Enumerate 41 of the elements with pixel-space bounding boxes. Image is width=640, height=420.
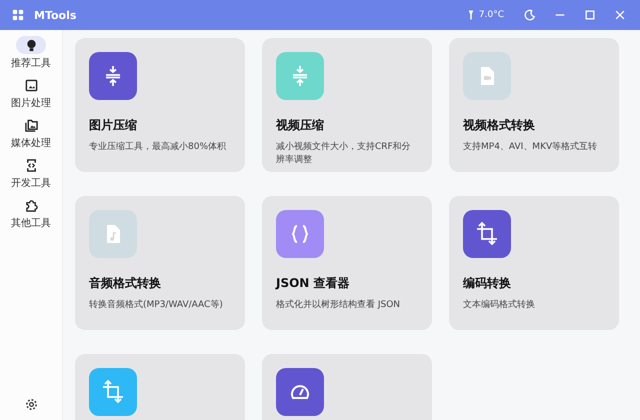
sidebar-item[interactable]: 其他工具: [11, 196, 51, 230]
card-description: 转换音频格式(MP3/WAV/AAC等): [89, 299, 224, 312]
tool-card[interactable]: 视频压缩 减小视频文件大小，支持CRF和分辨率调整: [262, 38, 432, 172]
folder-image-icon: [24, 118, 38, 132]
sidebar-item[interactable]: 推荐工具: [11, 36, 51, 70]
sidebar-label: 开发工具: [11, 177, 51, 190]
temperature-text: 7.0°C: [478, 10, 504, 20]
sidebar-label: 图片处理: [11, 96, 51, 110]
sidebar-item[interactable]: 图片处理: [11, 76, 51, 110]
tool-card[interactable]: JSON 查看器 格式化并以树形结构查看 JSON: [262, 196, 432, 330]
card-title: 视频压缩: [276, 117, 325, 134]
card-description: 格式化并以树形结构查看 JSON: [276, 299, 402, 312]
card-description: 减小视频文件大小，支持CRF和分辨率调整: [276, 141, 412, 168]
card-title: 视频格式转换: [463, 117, 536, 134]
close-icon: [614, 9, 626, 21]
thermometer-icon: [468, 9, 474, 21]
moon-icon: [524, 9, 536, 21]
tool-card[interactable]: 图片压缩 专业压缩工具，最高减小80%体积: [75, 38, 245, 172]
puzzle-icon: [24, 198, 38, 212]
card-description: 支持MP4、AVI、MKV等格式互转: [463, 141, 598, 154]
window-title: MTools: [34, 8, 76, 22]
card-title: 编码转换: [463, 275, 512, 292]
sidebar-item[interactable]: 媒体处理: [11, 116, 51, 150]
sidebar-label: 推荐工具: [11, 56, 51, 70]
phone-code-icon: [24, 158, 38, 172]
settings-icon[interactable]: [23, 396, 39, 412]
image-icon: [24, 78, 38, 92]
maximize-icon: [584, 9, 596, 21]
tool-card[interactable]: 视频格式转换 支持MP4、AVI、MKV等格式互转: [449, 38, 619, 172]
card-description: 专业压缩工具，最高减小80%体积: [89, 141, 228, 154]
card-title: 图片压缩: [89, 117, 138, 134]
app-grid-icon: [12, 9, 24, 21]
tool-card[interactable]: 音频格式转换 转换音频格式(MP3/WAV/AAC等): [75, 196, 245, 330]
card-title: 音频格式转换: [89, 275, 162, 292]
lightbulb-icon: [24, 38, 38, 52]
sidebar-label: 其他工具: [11, 216, 51, 230]
sidebar-label: 媒体处理: [11, 136, 51, 150]
sidebar-item[interactable]: 开发工具: [11, 156, 51, 190]
card-description: 文本编码格式转换: [463, 299, 536, 312]
card-title: JSON 查看器: [276, 275, 351, 292]
tool-card[interactable]: 编码转换 文本编码格式转换: [449, 196, 619, 330]
